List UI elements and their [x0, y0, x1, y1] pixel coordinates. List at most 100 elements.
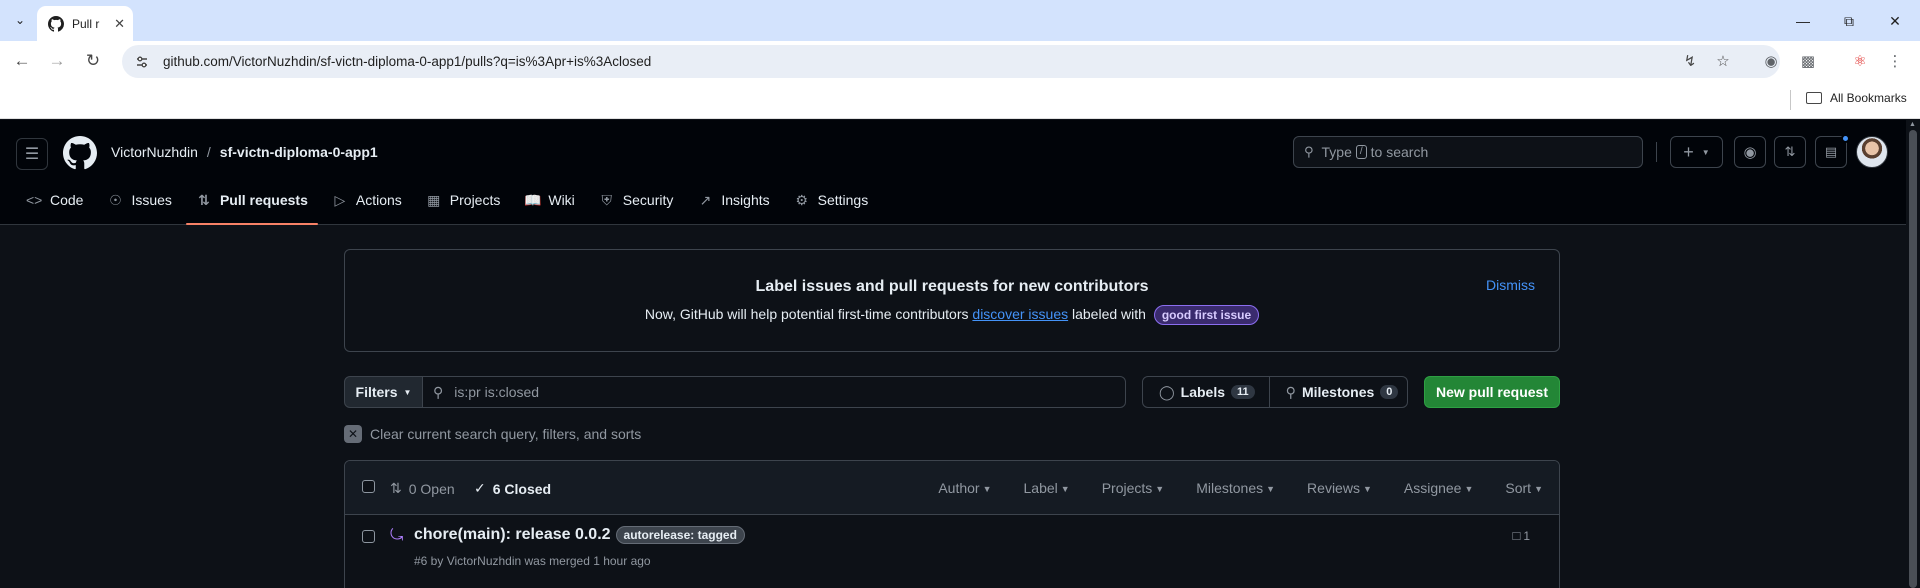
- new-contributors-banner: Label issues and pull requests for new c…: [344, 249, 1560, 352]
- github-logo-icon[interactable]: [63, 136, 97, 170]
- git-merge-icon: ⤿: [390, 527, 404, 544]
- search-placeholder-pre: Type: [1321, 144, 1352, 160]
- minimize-icon[interactable]: —: [1780, 8, 1826, 34]
- caret-down-icon: ▼: [982, 484, 992, 494]
- sort-label: Sort: [1505, 480, 1532, 496]
- assignee-dropdown[interactable]: Assignee ▼: [1404, 480, 1474, 496]
- caret-down-icon: ▼: [1534, 484, 1543, 494]
- browser-tabstrip: ⌄ Pull r ✕ — ⧉ ✕: [0, 0, 1920, 41]
- book-icon: 📖: [524, 191, 542, 208]
- caret-down-icon: ▼: [1266, 484, 1276, 494]
- sort-dropdown[interactable]: Sort ▼: [1505, 480, 1543, 496]
- bookmarks-bar: All Bookmarks: [0, 81, 1920, 119]
- browser-tab[interactable]: Pull r ✕: [37, 6, 133, 41]
- reload-icon[interactable]: ↻: [78, 47, 108, 75]
- banner-text: Now, GitHub will help potential first-ti…: [345, 305, 1559, 325]
- clear-x-icon: ✕: [344, 425, 362, 443]
- select-all-checkbox[interactable]: [362, 480, 375, 493]
- milestones-counter: 0: [1380, 385, 1399, 399]
- create-new-button[interactable]: + ▼: [1670, 136, 1723, 168]
- back-arrow-icon[interactable]: ←: [7, 47, 37, 75]
- install-app-icon[interactable]: ↯: [1679, 50, 1701, 72]
- tab-label: Wiki: [548, 192, 575, 208]
- forward-arrow-icon[interactable]: →: [42, 47, 72, 75]
- issues-search-input[interactable]: ⚲ is:pr is:closed: [422, 376, 1126, 408]
- repo-owner-link[interactable]: VictorNuzhdin: [111, 144, 198, 160]
- tab-label: Code: [50, 192, 84, 208]
- issues-button[interactable]: ◉: [1734, 136, 1766, 168]
- tab-settings[interactable]: ⚙ Settings: [784, 176, 879, 224]
- bookmark-star-icon[interactable]: ☆: [1712, 50, 1734, 72]
- open-filter-link[interactable]: ⇅ 0 Open: [390, 480, 455, 497]
- milestones-button[interactable]: ⚲ Milestones 0: [1268, 377, 1413, 407]
- folder-icon: [1806, 92, 1822, 104]
- projects-dropdown[interactable]: Projects ▼: [1102, 480, 1165, 496]
- tab-pull-requests[interactable]: ⇅ Pull requests: [185, 176, 318, 225]
- tab-close-icon[interactable]: ✕: [114, 16, 125, 32]
- all-bookmarks-button[interactable]: All Bookmarks: [1806, 91, 1907, 105]
- new-pull-request-button[interactable]: New pull request: [1424, 376, 1560, 408]
- scrollbar-thumb[interactable]: [1909, 130, 1917, 588]
- comments-link[interactable]: □ 1: [1512, 528, 1530, 543]
- shield-icon: ⛨: [601, 191, 613, 208]
- good-first-issue-label[interactable]: good first issue: [1153, 305, 1260, 325]
- restore-icon[interactable]: ⧉: [1826, 8, 1872, 34]
- page-scrollbar[interactable]: ▲: [1906, 120, 1920, 588]
- pull-requests-button[interactable]: ⇅: [1774, 136, 1806, 168]
- list-item[interactable]: ⤿ chore(main): release 0.0.2 autorelease…: [345, 516, 1559, 588]
- repo-name-link[interactable]: sf-victn-diploma-0-app1: [220, 144, 378, 160]
- caret-down-icon: ▼: [1464, 484, 1474, 494]
- tab-search-chevron-icon[interactable]: ⌄: [8, 8, 32, 32]
- labels-counter: 11: [1231, 385, 1255, 399]
- tab-wiki[interactable]: 📖 Wiki: [514, 176, 584, 224]
- clear-filters-link[interactable]: ✕ Clear current search query, filters, a…: [344, 425, 641, 443]
- site-info-icon[interactable]: [134, 54, 150, 70]
- banner-text-pre: Now, GitHub will help potential first-ti…: [644, 306, 969, 322]
- dismiss-button[interactable]: Dismiss: [1486, 277, 1535, 293]
- reviews-dropdown[interactable]: Reviews ▼: [1307, 480, 1372, 496]
- extensions-puzzle-icon[interactable]: ▩: [1797, 50, 1819, 72]
- label-dropdown[interactable]: Label ▼: [1024, 480, 1070, 496]
- react-devtools-icon[interactable]: ⚛: [1849, 50, 1871, 72]
- sort-label: Milestones: [1196, 480, 1264, 496]
- sort-label: Assignee: [1403, 480, 1462, 496]
- list-header: ⇅ 0 Open ✓ 6 Closed Author ▼ Label ▼ Proje…: [345, 461, 1559, 515]
- pr-label[interactable]: autorelease: tagged: [615, 526, 745, 544]
- tab-insights[interactable]: ↗ Insights: [687, 176, 779, 224]
- address-bar[interactable]: github.com/VictorNuzhdin/sf-victn-diplom…: [122, 45, 1780, 78]
- tab-code[interactable]: <> Code: [16, 176, 93, 224]
- milestones-dropdown[interactable]: Milestones ▼: [1196, 480, 1275, 496]
- pull-request-icon: ⇅: [198, 191, 210, 208]
- pr-title-row: chore(main): release 0.0.2 autorelease: …: [414, 526, 745, 544]
- user-avatar[interactable]: [1856, 136, 1888, 168]
- tab-actions[interactable]: ▷ Actions: [322, 176, 412, 224]
- discover-issues-link[interactable]: discover issues: [972, 306, 1068, 322]
- closed-count: 6 Closed: [492, 480, 552, 497]
- camera-icon[interactable]: ◉: [1760, 50, 1782, 72]
- global-search-input[interactable]: ⚲ Type / to search: [1293, 136, 1643, 168]
- code-icon: <>: [26, 192, 43, 208]
- check-icon: ✓: [474, 480, 486, 496]
- tab-label: Actions: [355, 192, 402, 208]
- labels-button[interactable]: ◯ Labels 11: [1143, 377, 1269, 407]
- sort-label: Projects: [1101, 480, 1153, 496]
- closed-filter-link[interactable]: ✓ 6 Closed: [474, 480, 551, 497]
- clear-filters-text: Clear current search query, filters, and…: [370, 426, 642, 442]
- tab-issues[interactable]: ☉ Issues: [97, 176, 181, 224]
- tab-projects[interactable]: ▦ Projects: [416, 176, 511, 224]
- scroll-up-icon[interactable]: ▲: [1909, 121, 1916, 128]
- tab-label: Pull requests: [219, 192, 308, 208]
- issue-circle-icon: ◉: [1743, 144, 1757, 161]
- pr-title-link[interactable]: chore(main): release 0.0.2: [414, 526, 611, 544]
- banner-text-post: labeled with: [1072, 306, 1146, 322]
- row-checkbox[interactable]: [362, 530, 375, 543]
- browser-menu-icon[interactable]: ⋮: [1884, 50, 1906, 72]
- browser-toolbar: ← → ↻ github.com/VictorNuzhdin/sf-victn-…: [0, 41, 1920, 81]
- global-nav-menu-icon[interactable]: ☰: [16, 138, 48, 170]
- author-dropdown[interactable]: Author ▼: [938, 480, 991, 496]
- open-count: 0 Open: [408, 480, 455, 497]
- filters-dropdown-button[interactable]: Filters ▼: [344, 376, 423, 408]
- search-placeholder-post: to search: [1370, 144, 1429, 160]
- close-window-icon[interactable]: ✕: [1872, 8, 1918, 34]
- tab-security[interactable]: ⛨ Security: [589, 176, 684, 224]
